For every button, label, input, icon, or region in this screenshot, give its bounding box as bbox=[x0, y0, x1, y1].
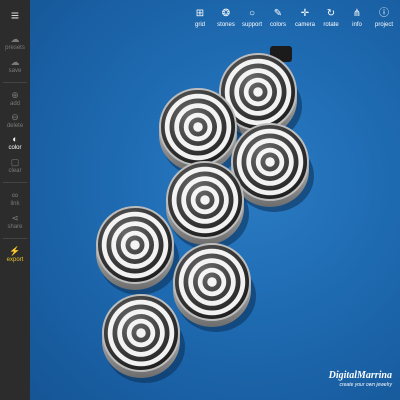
toolbar-item-label: support bbox=[241, 22, 262, 28]
toolbar-item-label: grid bbox=[194, 22, 205, 28]
brand-name: DigitalMarrina bbox=[328, 370, 392, 381]
stone[interactable] bbox=[96, 206, 179, 295]
toolbar-item-label: camera bbox=[294, 22, 315, 28]
toolbar-item-label: info bbox=[352, 22, 362, 28]
brand-tagline: create your own jewelry bbox=[339, 382, 392, 388]
stones-group bbox=[96, 53, 314, 383]
stone[interactable] bbox=[173, 243, 256, 332]
stone[interactable] bbox=[102, 294, 185, 383]
toolbar-item-label: project bbox=[374, 22, 393, 28]
jewelry-model[interactable] bbox=[0, 0, 400, 400]
toolbar-item-project[interactable]: ⓘ project bbox=[368, 8, 400, 29]
toolbar-item-label: colors bbox=[269, 22, 286, 28]
toolbar-item-label: stones bbox=[217, 22, 235, 28]
info-icon: ⓘ bbox=[379, 8, 389, 19]
brand-logo: DigitalMarrina create your own jewelry bbox=[329, 370, 392, 388]
toolbar-item-label: rotate bbox=[323, 22, 339, 28]
